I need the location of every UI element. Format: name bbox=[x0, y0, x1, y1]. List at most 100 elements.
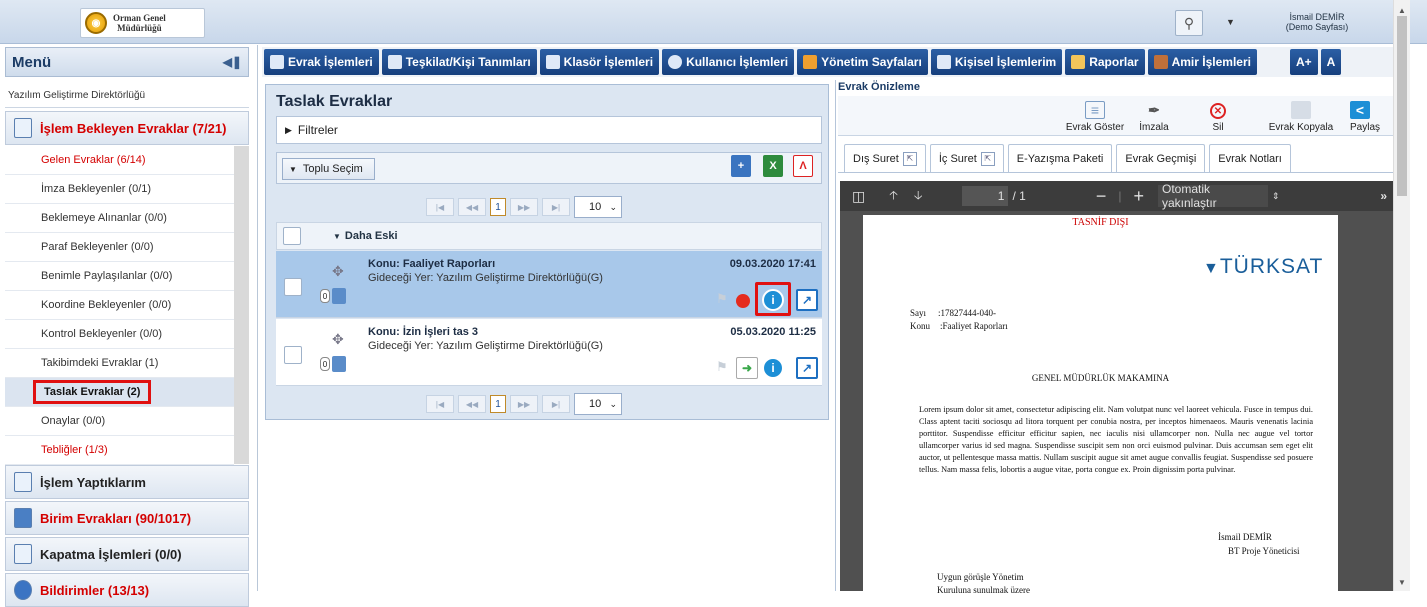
chevron-down-icon: ⌄ bbox=[609, 201, 617, 212]
prev-page-icon[interactable]: ◀◀ bbox=[458, 198, 486, 216]
page-scrollbar[interactable]: ▲ ▼ bbox=[1393, 0, 1410, 591]
menu-group-done[interactable]: İşlem Yaptıklarım bbox=[5, 465, 249, 499]
zoom-select[interactable]: Otomatik yakınlaştır bbox=[1157, 182, 1268, 210]
logo-emblem-icon: ◉ bbox=[85, 12, 107, 34]
menu-item-imza[interactable]: İmza Bekleyenler (0/1) bbox=[5, 175, 234, 204]
menu-item-kontrol[interactable]: Kontrol Bekleyenler (0/0) bbox=[5, 320, 234, 349]
pdf-export-icon[interactable]: Λ bbox=[793, 155, 813, 177]
scroll-up-icon[interactable]: ▲ bbox=[1398, 6, 1406, 15]
menu-item-taslak[interactable]: Taslak Evraklar (2) bbox=[5, 378, 234, 407]
nav-klasor[interactable]: Klasör İşlemleri bbox=[539, 49, 660, 75]
move-handle-icon[interactable]: ✥ bbox=[332, 331, 344, 348]
zoom-out-icon[interactable]: − bbox=[1096, 186, 1107, 207]
page-size-select[interactable]: 10 ⌄ bbox=[574, 393, 622, 415]
nav-kullanici[interactable]: Kullanıcı İşlemleri bbox=[662, 49, 795, 75]
more-tools-icon[interactable]: » bbox=[1380, 189, 1387, 203]
menu-item-beklemeye[interactable]: Beklemeye Alınanlar (0/0) bbox=[5, 204, 234, 233]
menu-group-done-label: İşlem Yaptıklarım bbox=[40, 474, 146, 490]
expand-icon[interactable]: ⇱ bbox=[980, 151, 995, 166]
menu-group-pending[interactable]: İşlem Bekleyen Evraklar (7/21) bbox=[5, 111, 249, 145]
open-external-icon[interactable]: ↗ bbox=[796, 357, 818, 379]
next-page-down-icon[interactable]: 🡣 bbox=[914, 186, 923, 207]
sign-button[interactable]: ✒ İmzala bbox=[1134, 96, 1174, 136]
copy-document-button[interactable]: Evrak Kopyala bbox=[1256, 96, 1346, 136]
menu-item-tebligler[interactable]: Tebliğler (1/3) bbox=[5, 436, 234, 465]
open-external-icon[interactable]: ↗ bbox=[796, 289, 818, 311]
tab-evrak-notlari[interactable]: Evrak Notları bbox=[1209, 144, 1291, 172]
nav-raporlar[interactable]: Raporlar bbox=[1065, 49, 1145, 75]
menu-item-paylasilan[interactable]: Benimle Paylaşılanlar (0/0) bbox=[5, 262, 234, 291]
close-docs-icon bbox=[14, 544, 32, 564]
menu-group-unit-label: Birim Evrakları (90/1017) bbox=[40, 510, 192, 526]
zoom-in-icon[interactable]: + bbox=[1133, 186, 1144, 207]
menu-item-takibimdeki[interactable]: Takibimdeki Evraklar (1) bbox=[5, 349, 234, 378]
nav-teskilat[interactable]: Teşkilat/Kişi Tanımları bbox=[381, 49, 537, 75]
select-all-checkbox[interactable] bbox=[283, 227, 301, 245]
next-page-icon[interactable]: ▶▶ bbox=[510, 198, 538, 216]
font-other-button[interactable]: A bbox=[1320, 49, 1342, 75]
last-page-icon[interactable]: ▶| bbox=[542, 395, 570, 413]
font-increase-button[interactable]: A+ bbox=[1289, 49, 1318, 75]
tab-e-yazisma[interactable]: E-Yazışma Paketi bbox=[1007, 144, 1113, 172]
nav-yonetim[interactable]: Yönetim Sayfaları bbox=[797, 49, 928, 75]
scroll-thumb[interactable] bbox=[1397, 16, 1407, 196]
share-button[interactable]: < Paylaş bbox=[1350, 96, 1390, 136]
document-icon bbox=[270, 55, 284, 69]
tab-ic-suret[interactable]: İç Suret ⇱ bbox=[929, 144, 1004, 172]
search-button[interactable]: ⚲ bbox=[1175, 10, 1203, 36]
expand-icon[interactable]: ⇱ bbox=[902, 151, 917, 166]
menu-item-koordine[interactable]: Koordine Bekleyenler (0/0) bbox=[5, 291, 234, 320]
move-handle-icon[interactable]: ✥ bbox=[332, 263, 344, 280]
last-page-icon[interactable]: ▶| bbox=[542, 198, 570, 216]
logo[interactable]: ◉ Orman Genel Müdürlüğü bbox=[80, 8, 205, 38]
nav-kisisel[interactable]: Kişisel İşlemlerim bbox=[930, 49, 1063, 75]
collapse-menu-icon[interactable]: ◀❚ bbox=[223, 55, 242, 69]
filters-toggle[interactable]: ▶ Filtreler bbox=[276, 116, 822, 144]
menu-group-notify[interactable]: Bildirimler (13/13) bbox=[5, 573, 249, 607]
nav-evrak-islemleri[interactable]: Evrak İşlemleri bbox=[264, 49, 379, 75]
top-bar bbox=[0, 0, 1427, 44]
info-icon[interactable]: i bbox=[762, 357, 784, 379]
list-group-header[interactable]: ▼ Daha Eski bbox=[276, 222, 822, 250]
first-page-icon[interactable]: |◀ bbox=[426, 395, 454, 413]
row-checkbox[interactable] bbox=[284, 346, 302, 364]
chevron-down-icon: ⌄ bbox=[609, 398, 617, 409]
next-page-icon[interactable]: ▶▶ bbox=[510, 395, 538, 413]
preview-title: Evrak Önizleme bbox=[838, 81, 920, 93]
attachment-count: 0 bbox=[320, 289, 330, 303]
draft-row[interactable]: ✥ 0 Konu: Faaliyet Raporları Gideceği Ye… bbox=[276, 251, 822, 318]
filters-label: Filtreler bbox=[297, 123, 338, 137]
delete-button[interactable]: ✕ Sil bbox=[1198, 96, 1238, 136]
current-page[interactable]: 1 bbox=[490, 395, 506, 413]
show-document-button[interactable]: ≡ Evrak Göster bbox=[1060, 96, 1130, 136]
menu-item-gelen[interactable]: Gelen Evraklar (6/14) bbox=[5, 146, 234, 175]
info-icon[interactable]: i bbox=[762, 289, 784, 311]
tab-dis-suret[interactable]: Dış Suret ⇱ bbox=[844, 144, 926, 172]
flag-icon[interactable]: ⚑ bbox=[716, 291, 730, 306]
menu-item-paraf[interactable]: Paraf Bekleyenler (0/0) bbox=[5, 233, 234, 262]
record-icon[interactable] bbox=[736, 294, 750, 308]
draft-row[interactable]: ✥ 0 Konu: İzin İşleri tas 3 Gideceği Yer… bbox=[276, 319, 822, 386]
pdf-page-input[interactable]: 1 bbox=[962, 186, 1009, 206]
current-page[interactable]: 1 bbox=[490, 198, 506, 216]
page-size-select[interactable]: 10 ⌄ bbox=[574, 196, 622, 218]
user-dropdown-chevron-icon[interactable]: ▼ bbox=[1226, 17, 1240, 29]
row-checkbox[interactable] bbox=[284, 278, 302, 296]
bulk-select-button[interactable]: ▼ Toplu Seçim bbox=[282, 158, 375, 180]
nav-amir[interactable]: Amir İşlemleri bbox=[1147, 49, 1257, 75]
first-page-icon[interactable]: |◀ bbox=[426, 198, 454, 216]
menu-group-unit[interactable]: Birim Evrakları (90/1017) bbox=[5, 501, 249, 535]
forward-arrow-icon[interactable]: ➜ bbox=[736, 357, 758, 379]
tab-evrak-gecmisi[interactable]: Evrak Geçmişi bbox=[1116, 144, 1206, 172]
prev-page-up-icon[interactable]: 🡡 bbox=[889, 186, 898, 207]
new-draft-icon[interactable]: + bbox=[731, 155, 751, 177]
menu-scrollbar[interactable] bbox=[234, 146, 249, 464]
scroll-down-icon[interactable]: ▼ bbox=[1398, 578, 1406, 587]
excel-export-icon[interactable]: X bbox=[763, 155, 783, 177]
flag-icon[interactable]: ⚑ bbox=[716, 359, 730, 374]
sidebar-toggle-icon[interactable]: ◫ bbox=[852, 188, 865, 205]
user-info[interactable]: İsmail DEMİR (Demo Sayfası) bbox=[1262, 12, 1372, 32]
menu-item-onaylar[interactable]: Onaylar (0/0) bbox=[5, 407, 234, 436]
menu-group-close[interactable]: Kapatma İşlemleri (0/0) bbox=[5, 537, 249, 571]
prev-page-icon[interactable]: ◀◀ bbox=[458, 395, 486, 413]
